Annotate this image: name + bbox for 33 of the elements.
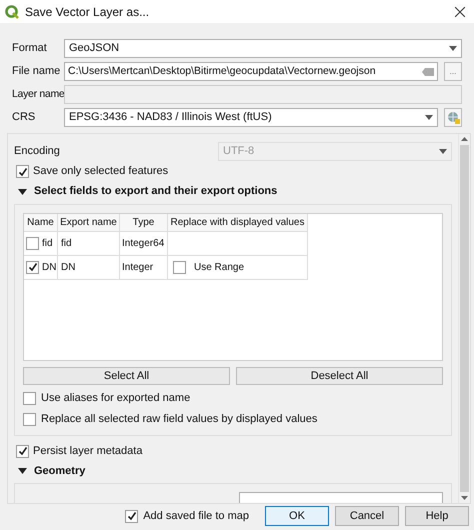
- select-button[interactable]: Select All: [23, 366, 230, 384]
- column-header[interactable]: Type: [120, 214, 168, 232]
- table-cell-text: DN: [42, 260, 56, 274]
- table-cell: DN: [58, 256, 120, 280]
- format-dropdown[interactable]: GeoJSON: [64, 39, 462, 58]
- table-cell: Integer: [120, 256, 168, 280]
- section-title: Select fields to export and their export options: [34, 184, 278, 199]
- dialog-button[interactable]: Help: [405, 506, 469, 526]
- section-title: Geometry: [34, 464, 86, 478]
- table-cell-text: fid: [42, 236, 53, 250]
- crs-label: CRS: [12, 110, 36, 126]
- file-name-field[interactable]: C:\Users\Mertcan\Desktop\Bitirme\geocupdata\Vectornew.geojson: [64, 62, 438, 81]
- window-title: Save Vector Layer as...: [25, 4, 150, 20]
- column-header[interactable]: Export name: [58, 214, 120, 232]
- table-cell: Integer64: [120, 232, 168, 256]
- checkbox-label: Persist layer metadata: [33, 444, 142, 459]
- format-label: Format: [12, 41, 48, 56]
- column-header[interactable]: Name: [24, 214, 58, 232]
- table-cell: fid: [58, 232, 120, 256]
- select-button[interactable]: Deselect All: [236, 366, 443, 384]
- checkbox-label: Use aliases for exported name: [41, 390, 190, 406]
- layer-name-label: Layer name: [12, 86, 64, 102]
- checkbox-label: Save only selected features: [33, 164, 168, 180]
- dialog-button[interactable]: Cancel: [335, 506, 399, 526]
- crs-dropdown[interactable]: EPSG:3436 - NAD83 / Illinois West (ftUS): [64, 108, 438, 127]
- checkbox-label: Add saved file to map: [143, 508, 249, 524]
- file-name-label: File name: [12, 64, 58, 80]
- checkbox-label: Use Range: [194, 260, 244, 274]
- dialog-button[interactable]: OK: [265, 506, 329, 526]
- browse-button[interactable]: ...: [444, 62, 462, 81]
- column-header[interactable]: Replace with displayed values: [168, 214, 308, 232]
- checkbox-label: Replace all selected raw field values by displayed values: [41, 412, 318, 427]
- encoding-label: Encoding: [14, 144, 61, 160]
